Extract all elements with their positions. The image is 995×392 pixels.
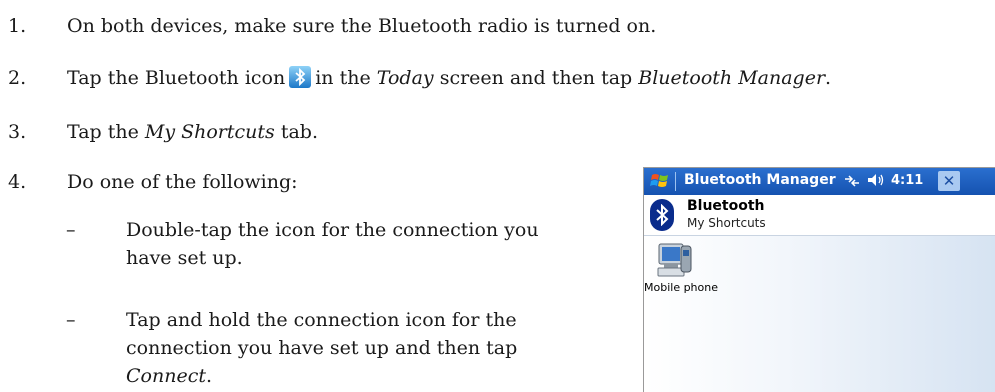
header-subtitle: My Shortcuts [687, 216, 766, 230]
title-separator [675, 172, 676, 191]
connect-label: Connect [126, 365, 206, 387]
substep-text-part: Tap and hold the connection icon for the… [126, 309, 518, 359]
header-title: Bluetooth [687, 198, 765, 214]
app-header: Bluetooth My Shortcuts [644, 195, 995, 236]
today-screen-label: Today [376, 67, 434, 89]
step-text-part: Tap the [67, 121, 139, 143]
substep-text-part: . [205, 365, 213, 387]
my-shortcuts-label: My Shortcuts [144, 121, 275, 143]
step-text-part: screen and then tap [439, 67, 633, 89]
shortcuts-area: Mobile phone [644, 236, 995, 392]
shortcut-label[interactable]: Mobile phone [644, 281, 718, 294]
volume-icon[interactable] [866, 172, 886, 192]
close-button[interactable]: ✕ [938, 171, 960, 191]
bullet-dash: – [66, 219, 76, 241]
clock[interactable]: 4:11 [891, 173, 923, 188]
bluetooth-icon [650, 199, 674, 231]
step-number: 2. [8, 67, 27, 89]
step-text-part: tab. [280, 121, 319, 143]
windows-flag-icon[interactable] [650, 172, 670, 194]
document-page: 1. On both devices, make sure the Blueto… [0, 0, 995, 392]
bluetooth-manager-label: Bluetooth Manager [638, 67, 826, 89]
device-screenshot: Bluetooth Manager 4:11 ✕ Bluetooth My Sh… [643, 167, 995, 392]
bullet-dash: – [66, 309, 76, 331]
step-text: Do one of the following: [67, 171, 298, 193]
step-number: 1. [8, 15, 27, 37]
step-text-part: Tap the Bluetooth icon [67, 67, 286, 89]
bluetooth-icon [289, 66, 312, 88]
connectivity-icon[interactable] [843, 173, 861, 193]
window-title: Bluetooth Manager [684, 172, 836, 188]
substep-text: Double-tap the icon for the connection y… [126, 219, 539, 269]
step-text-part: . [825, 67, 832, 89]
step-text: On both devices, make sure the Bluetooth… [67, 15, 657, 37]
step-text: Tap the Bluetooth icon in the Today scree… [67, 64, 831, 92]
step-text-part: in the [315, 67, 371, 89]
step-text: Tap the My Shortcuts tab. [67, 118, 318, 146]
step-number: 3. [8, 121, 27, 143]
step-number: 4. [8, 171, 27, 193]
mobile-phone-icon[interactable] [656, 240, 694, 284]
substep-text: Tap and hold the connection icon for the… [126, 306, 556, 390]
title-bar: Bluetooth Manager 4:11 ✕ [644, 168, 995, 195]
